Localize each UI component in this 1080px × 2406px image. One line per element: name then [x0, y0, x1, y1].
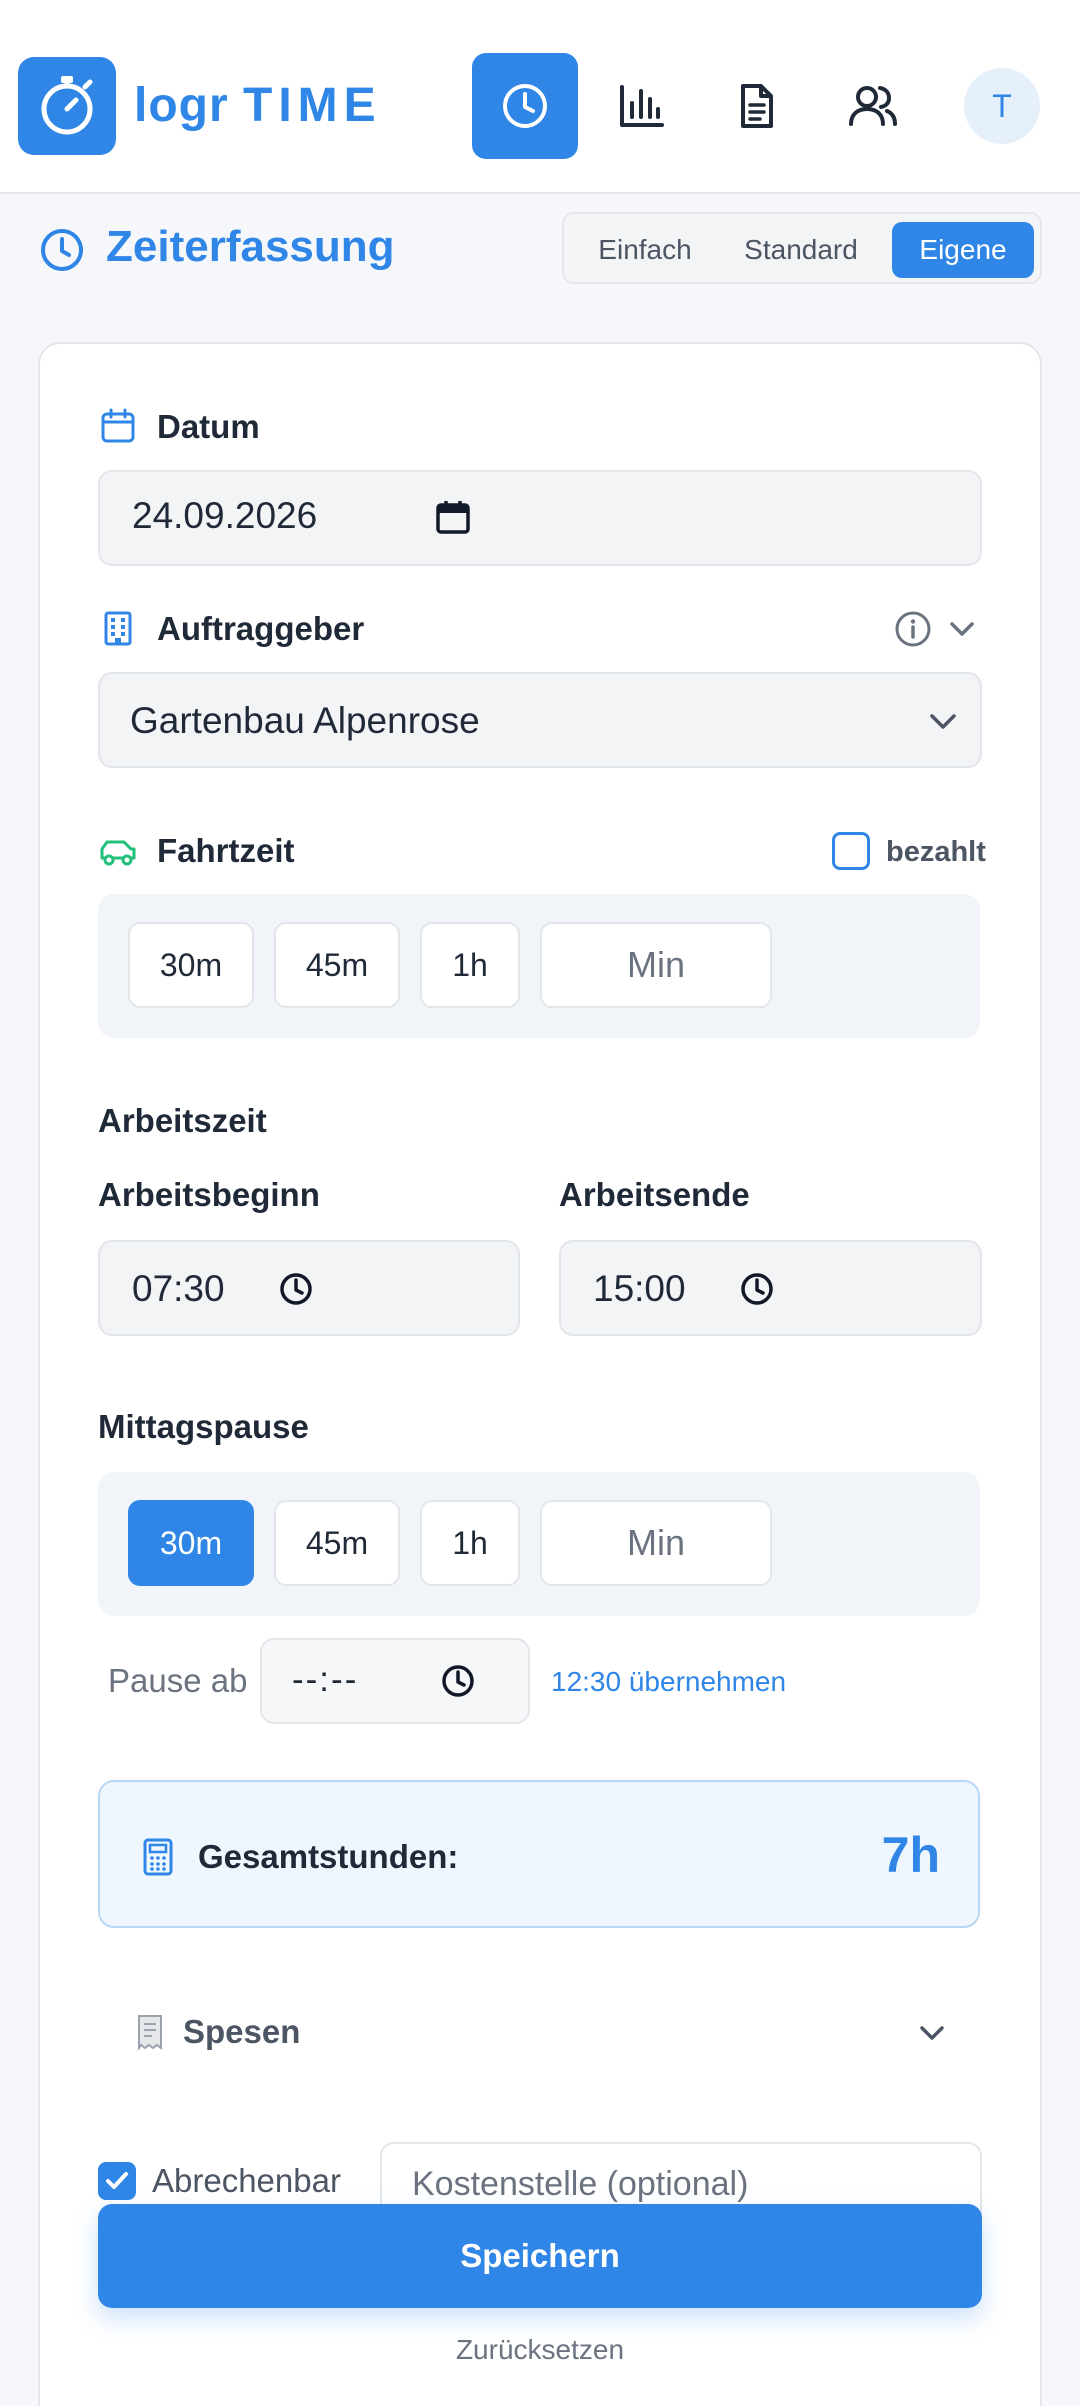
travel-label: Fahrtzeit: [157, 832, 295, 869]
brand-name: logr TIME: [134, 78, 382, 133]
travel-custom-minutes-input[interactable]: Min: [540, 922, 772, 1008]
lunch-1h-chip[interactable]: 1h: [420, 1500, 520, 1586]
users-icon: [849, 86, 897, 126]
info-icon[interactable]: [894, 610, 932, 648]
pause-from-value: --:--: [292, 1660, 359, 1699]
reset-link[interactable]: Zurücksetzen: [0, 2334, 1080, 2366]
date-value: 24.09.2026: [132, 495, 318, 536]
chevron-down-icon[interactable]: [948, 616, 976, 642]
nav-timer-button[interactable]: [472, 53, 578, 159]
calendar-icon: [101, 408, 135, 443]
clock-icon: [503, 84, 547, 128]
mode-segmented-control: Einfach Standard Eigene: [562, 212, 1042, 284]
billable-label: Abrechenbar: [152, 2162, 341, 2199]
clock-icon[interactable]: [739, 1271, 775, 1307]
expenses-label: Spesen: [183, 2013, 301, 2050]
date-label: Datum: [157, 408, 260, 445]
client-label: Auftraggeber: [157, 610, 365, 647]
car-icon: [100, 840, 136, 866]
lunch-45m-chip[interactable]: 45m: [274, 1500, 400, 1586]
checkmark-icon: [106, 2172, 128, 2189]
end-time-label: Arbeitsende: [559, 1176, 750, 1213]
calculator-icon: [143, 1838, 173, 1876]
travel-1h-chip[interactable]: 1h: [420, 922, 520, 1008]
travel-paid-checkbox[interactable]: [832, 832, 870, 870]
logo-stopwatch-icon: [18, 57, 116, 155]
end-time-value: 15:00: [593, 1268, 686, 1309]
document-icon: [741, 84, 773, 128]
nav-users-button[interactable]: [820, 53, 926, 159]
clock-icon: [41, 229, 83, 271]
worktime-section-label: Arbeitszeit: [98, 1102, 267, 1139]
start-time-value: 07:30: [132, 1268, 225, 1309]
start-time-label: Arbeitsbeginn: [98, 1176, 320, 1213]
clock-icon[interactable]: [440, 1663, 476, 1699]
clock-icon[interactable]: [278, 1271, 314, 1307]
total-hours-value: 7h: [881, 1827, 940, 1883]
lunch-chip-panel: 30m 45m 1h Min: [98, 1472, 980, 1616]
lunch-30m-chip[interactable]: 30m: [128, 1500, 254, 1586]
user-avatar[interactable]: T: [964, 68, 1040, 144]
travel-chip-panel: 30m 45m 1h Min: [98, 894, 980, 1038]
bar-chart-icon: [620, 85, 664, 127]
mode-simple-tab[interactable]: Einfach: [572, 222, 718, 278]
travel-paid-label: bezahlt: [886, 836, 986, 868]
save-button[interactable]: Speichern: [98, 2204, 982, 2308]
chevron-down-icon: [930, 714, 956, 729]
travel-45m-chip[interactable]: 45m: [274, 922, 400, 1008]
client-value: Gartenbau Alpenrose: [130, 700, 480, 741]
chevron-down-icon: [920, 2026, 944, 2040]
page-title: Zeiterfassung: [106, 222, 395, 271]
receipt-icon: [138, 2015, 162, 2050]
time-entry-card: [38, 342, 1042, 2406]
travel-30m-chip[interactable]: 30m: [128, 922, 254, 1008]
apply-suggested-pause-link[interactable]: 12:30 übernehmen: [551, 1666, 786, 1698]
mode-standard-tab[interactable]: Standard: [724, 222, 878, 278]
billable-checkbox[interactable]: [98, 2162, 136, 2200]
cost-center-placeholder: Kostenstelle (optional): [412, 2165, 749, 2203]
total-hours-label: Gesamtstunden:: [198, 1838, 459, 1875]
mode-custom-tab[interactable]: Eigene: [892, 222, 1034, 278]
building-icon: [104, 611, 132, 646]
brand-suffix: TIME: [243, 79, 382, 132]
lunch-custom-minutes-input[interactable]: Min: [540, 1500, 772, 1586]
app-header: logr TIME T: [0, 0, 1080, 194]
brand-prefix: logr: [134, 79, 229, 132]
lunch-label: Mittagspause: [98, 1408, 309, 1445]
nav-documents-button[interactable]: [704, 53, 810, 159]
nav-stats-button[interactable]: [588, 53, 694, 159]
pause-from-label: Pause ab: [108, 1662, 248, 1699]
calendar-picker-icon[interactable]: [434, 498, 472, 536]
